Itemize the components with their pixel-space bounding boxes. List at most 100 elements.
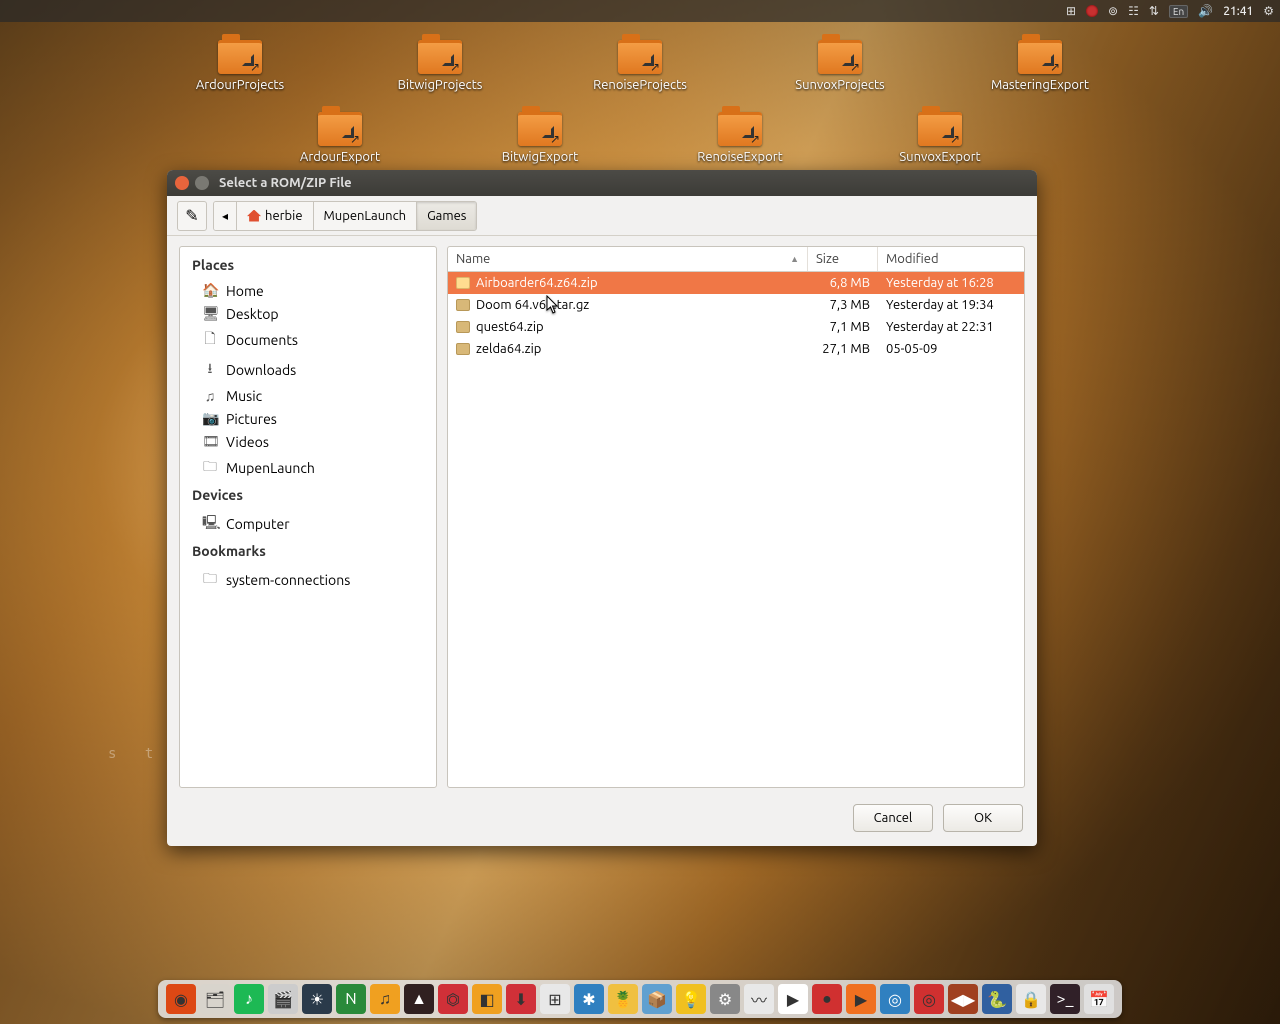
folder-icon: ↗ (718, 112, 762, 146)
desktop-folder-bitwigprojects[interactable]: ↗BitwigProjects (385, 40, 495, 92)
dock: ◉🗂♪🎬☀N♫▲⏣◧⬇⊞✱🍍📦💡⚙〰▶●▶◎◎◀▶🐍🔒>_📅 (158, 980, 1122, 1018)
column-name[interactable]: Name ▲ (448, 247, 808, 271)
folder-icon: 🗀 (202, 456, 218, 480)
dock-app-target[interactable]: ◎ (914, 984, 944, 1014)
link-arrow-icon: ↗ (550, 132, 560, 146)
dock-app-n64[interactable]: N (336, 984, 366, 1014)
tray-clock[interactable]: 21:41 (1223, 5, 1253, 18)
places-item-pictures[interactable]: 📷Pictures (180, 407, 436, 430)
desktop-folder-sunvoxprojects[interactable]: ↗SunvoxProjects (785, 40, 895, 92)
link-arrow-icon: ↗ (1050, 60, 1060, 74)
desktop-folder-sunvoxexport[interactable]: ↗SunvoxExport (885, 112, 995, 164)
videos-icon: 🎞 (202, 433, 218, 450)
dock-app-box[interactable]: 📦 (642, 984, 672, 1014)
tray-network-icon[interactable]: ⇅ (1149, 4, 1159, 18)
places-item-home[interactable]: 🏠Home (180, 279, 436, 302)
tray-wifi-icon[interactable]: ⊚ (1108, 4, 1118, 18)
column-size[interactable]: Size (808, 247, 878, 271)
path-seg-mupenlaunch[interactable]: MupenLaunch (314, 202, 418, 230)
archive-icon (456, 321, 470, 333)
tray-record-icon[interactable] (1086, 5, 1098, 17)
toolbar: ✎ ◂ herbie MupenLaunch Games (167, 196, 1037, 236)
dock-app-gears[interactable]: ⚙ (710, 984, 740, 1014)
dock-app-youtube[interactable]: ▶ (778, 984, 808, 1014)
file-list[interactable]: Airboarder64.z64.zip6,8 MBYesterday at 1… (448, 272, 1024, 787)
close-icon[interactable] (175, 176, 189, 190)
dock-app-spotify[interactable]: ♪ (234, 984, 264, 1014)
path-back-button[interactable]: ◂ (214, 202, 237, 230)
dock-app-mixer[interactable]: ⏣ (438, 984, 468, 1014)
desktop-folder-ardourprojects[interactable]: ↗ArdourProjects (185, 40, 295, 92)
dock-app-browser[interactable]: ◎ (880, 984, 910, 1014)
desktop-icons: ↗ArdourProjects↗BitwigProjects↗RenoisePr… (0, 40, 1280, 184)
column-name-label: Name (456, 252, 490, 266)
dock-app-files[interactable]: 🗂 (200, 984, 230, 1014)
places-item-desktop[interactable]: 🖥Desktop (180, 302, 436, 325)
places-item-mupenlaunch[interactable]: 🗀MupenLaunch (180, 453, 436, 483)
dock-app-terminal[interactable]: >_ (1050, 984, 1080, 1014)
minimize-icon[interactable] (195, 176, 209, 190)
bookmarks-item-system-connections[interactable]: 🗀system-connections (180, 565, 436, 595)
file-row[interactable]: zelda64.zip27,1 MB05-05-09 (448, 338, 1024, 360)
dock-app-record[interactable]: ● (812, 984, 842, 1014)
dock-app-wave[interactable]: 〰 (744, 984, 774, 1014)
places-sidebar: Places 🏠Home🖥Desktop🗋Documents⭳Downloads… (179, 246, 437, 788)
dock-app-torrent[interactable]: ⬇ (506, 984, 536, 1014)
dock-app-keep[interactable]: 💡 (676, 984, 706, 1014)
link-arrow-icon: ↗ (350, 132, 360, 146)
dock-app-kde[interactable]: ✱ (574, 984, 604, 1014)
computer-icon: 🖳 (202, 512, 218, 536)
link-arrow-icon: ↗ (450, 60, 460, 74)
link-arrow-icon: ↗ (250, 60, 260, 74)
file-row[interactable]: quest64.zip7,1 MBYesterday at 22:31 (448, 316, 1024, 338)
places-item-downloads[interactable]: ⭳Downloads (180, 355, 436, 385)
places-item-videos[interactable]: 🎞Videos (180, 430, 436, 453)
file-dialog: Select a ROM/ZIP File ✎ ◂ herbie MupenLa… (167, 170, 1037, 846)
places-item-music[interactable]: ♫Music (180, 385, 436, 407)
dock-app-ardour[interactable]: ▲ (404, 984, 434, 1014)
dock-app-music[interactable]: ♫ (370, 984, 400, 1014)
tray-gear-icon[interactable]: ⚙ (1263, 4, 1274, 18)
tray-lang-indicator[interactable]: En (1169, 5, 1188, 18)
path-seg-games[interactable]: Games (417, 202, 476, 230)
tray-apps-icon[interactable]: ⊞ (1066, 4, 1076, 18)
top-panel: ⊞ ⊚ ☷ ⇅ En 🔊 21:41 ⚙ (0, 0, 1280, 22)
dock-app-tag[interactable]: ◀▶ (948, 984, 978, 1014)
file-row[interactable]: Doom 64.v64.tar.gz7,3 MBYesterday at 19:… (448, 294, 1024, 316)
dock-app-ubuntu[interactable]: ◉ (166, 984, 196, 1014)
titlebar[interactable]: Select a ROM/ZIP File (167, 170, 1037, 196)
devices-item-computer[interactable]: 🖳Computer (180, 509, 436, 539)
dock-app-bitwig[interactable]: ◧ (472, 984, 502, 1014)
path-seg-home[interactable]: herbie (237, 202, 313, 230)
tray-calendar-icon[interactable]: ☷ (1128, 4, 1139, 18)
place-label: Downloads (226, 362, 296, 378)
dock-app-weather[interactable]: ☀ (302, 984, 332, 1014)
archive-icon (456, 343, 470, 355)
places-item-documents[interactable]: 🗋Documents (180, 325, 436, 355)
file-size: 7,3 MB (808, 298, 878, 312)
desktop-folder-renoiseprojects[interactable]: ↗RenoiseProjects (585, 40, 695, 92)
dock-app-python[interactable]: 🐍 (982, 984, 1012, 1014)
dock-app-cal[interactable]: 📅 (1084, 984, 1114, 1014)
archive-icon (456, 277, 470, 289)
desktop-icon-label: RenoiseProjects (593, 78, 687, 92)
desktop-folder-masteringexport[interactable]: ↗MasteringExport (985, 40, 1095, 92)
dock-app-video-editor[interactable]: 🎬 (268, 984, 298, 1014)
edit-path-button[interactable]: ✎ (177, 201, 207, 231)
file-modified: Yesterday at 22:31 (878, 320, 1024, 334)
dock-app-calc[interactable]: ⊞ (540, 984, 570, 1014)
desktop-icon-label: BitwigExport (502, 150, 579, 164)
tray-volume-icon[interactable]: 🔊 (1198, 4, 1213, 18)
file-row[interactable]: Airboarder64.z64.zip6,8 MBYesterday at 1… (448, 272, 1024, 294)
dock-app-player[interactable]: ▶ (846, 984, 876, 1014)
file-size: 6,8 MB (808, 276, 878, 290)
desktop-folder-bitwigexport[interactable]: ↗ BitwigExport (485, 112, 595, 164)
column-modified[interactable]: Modified (878, 247, 1024, 271)
dock-app-handbrake[interactable]: 🍍 (608, 984, 638, 1014)
dock-app-vpn[interactable]: 🔒 (1016, 984, 1046, 1014)
desktop-folder-ardourexport[interactable]: ↗ArdourExport (285, 112, 395, 164)
sort-asc-icon: ▲ (790, 254, 799, 264)
ok-button[interactable]: OK (943, 804, 1023, 832)
cancel-button[interactable]: Cancel (853, 804, 933, 832)
desktop-folder-renoiseexport[interactable]: ↗RenoiseExport (685, 112, 795, 164)
